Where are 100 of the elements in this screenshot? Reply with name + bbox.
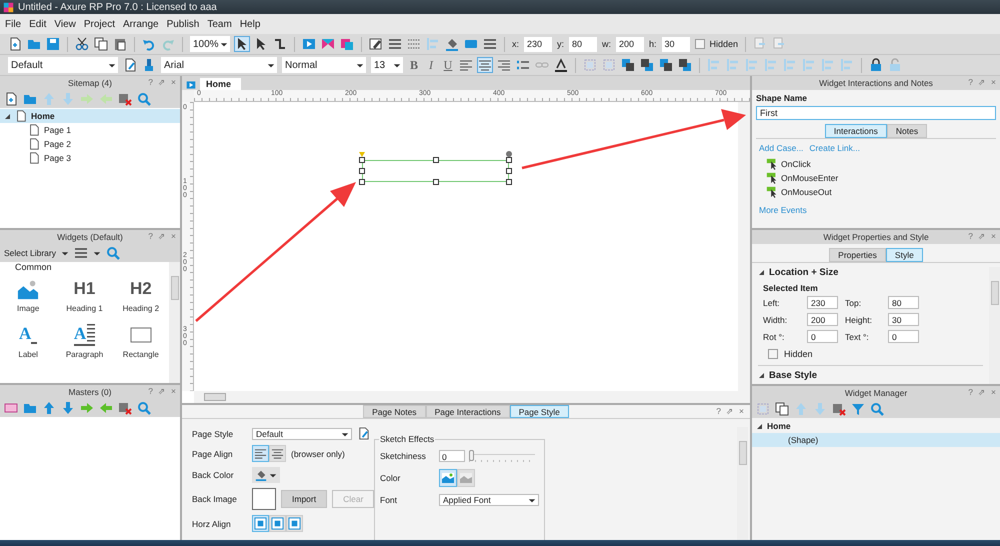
search-icon[interactable] bbox=[137, 92, 151, 106]
font-select[interactable]: Arial bbox=[161, 57, 277, 73]
menu-icon[interactable] bbox=[74, 246, 88, 260]
send-back-icon[interactable] bbox=[640, 58, 654, 72]
format-button[interactable]: B bbox=[408, 58, 420, 72]
number-field[interactable]: 200 bbox=[807, 313, 838, 326]
weight-select[interactable]: Normal bbox=[282, 57, 366, 73]
format-button[interactable]: I bbox=[425, 58, 437, 72]
move-up-icon[interactable] bbox=[42, 401, 56, 415]
new-file-icon[interactable] bbox=[8, 37, 22, 51]
bullet-list-icon[interactable] bbox=[516, 58, 530, 72]
align-left-icon[interactable] bbox=[252, 445, 269, 462]
dropdown-caret-icon[interactable] bbox=[528, 496, 536, 504]
widget-item[interactable]: Image bbox=[0, 277, 56, 313]
library-select[interactable]: Select Library bbox=[4, 248, 56, 258]
send-backward-icon[interactable] bbox=[678, 58, 692, 72]
fill-color-icon[interactable] bbox=[255, 469, 267, 481]
expand-triangle-icon[interactable] bbox=[758, 372, 765, 379]
size-select[interactable]: 13 bbox=[371, 57, 403, 73]
number-field[interactable]: 0 bbox=[807, 330, 838, 343]
shape-name-field[interactable]: First bbox=[756, 106, 996, 120]
menu-item[interactable]: View bbox=[54, 18, 76, 30]
pointer-icon[interactable] bbox=[254, 37, 268, 51]
save-icon[interactable] bbox=[46, 37, 60, 51]
page-style-select[interactable]: Default bbox=[252, 428, 352, 440]
delete-icon[interactable] bbox=[832, 402, 846, 416]
dropdown-caret-icon[interactable] bbox=[92, 249, 101, 257]
dropdown-caret-icon[interactable] bbox=[356, 61, 364, 69]
scrollbar[interactable] bbox=[989, 267, 1000, 384]
coordinate-field[interactable]: 230 bbox=[524, 36, 552, 52]
tree-row[interactable]: Page 1 bbox=[0, 123, 180, 137]
dropdown-caret-icon[interactable] bbox=[393, 61, 401, 69]
page-tab[interactable]: Home bbox=[200, 78, 242, 90]
expand-triangle-icon[interactable] bbox=[756, 422, 763, 430]
scrollbar[interactable] bbox=[738, 102, 750, 391]
align-right-icon[interactable] bbox=[497, 58, 511, 72]
grayscale-image-icon[interactable] bbox=[457, 469, 475, 487]
line-weight-icon[interactable] bbox=[388, 37, 402, 51]
horizontal-align-icon[interactable] bbox=[286, 515, 303, 532]
color-image-icon[interactable] bbox=[439, 469, 457, 487]
event-label[interactable]: OnMouseOut bbox=[781, 187, 832, 197]
paste-icon[interactable] bbox=[113, 37, 127, 51]
copy-icon[interactable] bbox=[775, 402, 789, 416]
group-heading[interactable]: Common bbox=[0, 262, 169, 273]
rectangle-widget[interactable] bbox=[359, 151, 512, 185]
tab[interactable]: Page Style bbox=[510, 405, 569, 418]
menu-item[interactable]: Help bbox=[240, 18, 260, 30]
delete-icon[interactable] bbox=[118, 401, 132, 415]
section-title[interactable]: Location + Size bbox=[769, 267, 838, 278]
folder-icon[interactable] bbox=[27, 37, 41, 51]
widget-item[interactable]: H2 Heading 2 bbox=[112, 277, 169, 313]
dropdown-caret-icon[interactable] bbox=[269, 471, 277, 479]
scrollbar[interactable] bbox=[194, 391, 750, 403]
section-title[interactable]: Base Style bbox=[769, 370, 818, 381]
style-editor-icon[interactable] bbox=[357, 427, 370, 440]
filter-icon[interactable] bbox=[851, 402, 865, 416]
align-left-icon[interactable] bbox=[459, 58, 473, 72]
tree-row[interactable]: (Shape) bbox=[752, 433, 1000, 447]
coordinate-field[interactable]: 30 bbox=[662, 36, 690, 52]
number-field[interactable]: 80 bbox=[888, 296, 919, 309]
text-color-icon[interactable] bbox=[554, 58, 568, 72]
horizontal-align-icon[interactable] bbox=[269, 515, 286, 532]
event-label[interactable]: OnClick bbox=[781, 159, 811, 169]
line-style-icon[interactable] bbox=[407, 37, 421, 51]
font-select[interactable]: Applied Font bbox=[439, 494, 539, 506]
number-field[interactable]: 0 bbox=[888, 330, 919, 343]
number-field[interactable]: 30 bbox=[888, 313, 919, 326]
search-icon[interactable] bbox=[137, 401, 151, 415]
panel-button[interactable]: ⇗ bbox=[726, 406, 734, 416]
brush-icon[interactable] bbox=[142, 58, 156, 72]
move-down-icon[interactable] bbox=[61, 401, 75, 415]
import-button[interactable]: Import bbox=[281, 490, 328, 508]
menu-item[interactable]: Edit bbox=[29, 18, 46, 30]
widget-item[interactable]: Rectangle bbox=[112, 323, 169, 359]
event-label[interactable]: OnMouseEnter bbox=[781, 173, 838, 183]
tree-row[interactable]: Page 2 bbox=[0, 137, 180, 151]
panel-button[interactable]: × bbox=[739, 406, 744, 416]
scrollbar[interactable] bbox=[169, 262, 180, 383]
dropdown-caret-icon[interactable] bbox=[220, 40, 228, 48]
event-icon[interactable] bbox=[766, 186, 778, 198]
menu-item[interactable]: Arrange bbox=[122, 18, 159, 30]
widget-item[interactable]: A Label bbox=[0, 323, 56, 359]
menu-item[interactable]: Publish bbox=[166, 18, 200, 30]
add-page-icon[interactable] bbox=[4, 92, 18, 106]
expand-triangle-icon[interactable] bbox=[4, 112, 11, 120]
format-button[interactable]: U bbox=[442, 58, 454, 72]
fill-color-icon[interactable] bbox=[445, 37, 459, 51]
pointer-icon[interactable] bbox=[235, 37, 249, 51]
delete-icon[interactable] bbox=[118, 92, 132, 106]
panel-button[interactable]: ? bbox=[716, 406, 722, 416]
event-icon[interactable] bbox=[766, 172, 778, 184]
widget-item[interactable]: A Paragraph bbox=[56, 323, 113, 359]
scrollbar[interactable] bbox=[737, 427, 748, 540]
dropdown-caret-icon[interactable] bbox=[60, 249, 69, 257]
connector-icon[interactable] bbox=[273, 37, 287, 51]
tab[interactable]: Properties bbox=[829, 248, 886, 262]
bring-front-icon[interactable] bbox=[621, 58, 635, 72]
tab[interactable]: Page Notes bbox=[363, 405, 426, 418]
copy-icon[interactable] bbox=[94, 37, 108, 51]
style-select[interactable]: Default bbox=[8, 57, 118, 73]
